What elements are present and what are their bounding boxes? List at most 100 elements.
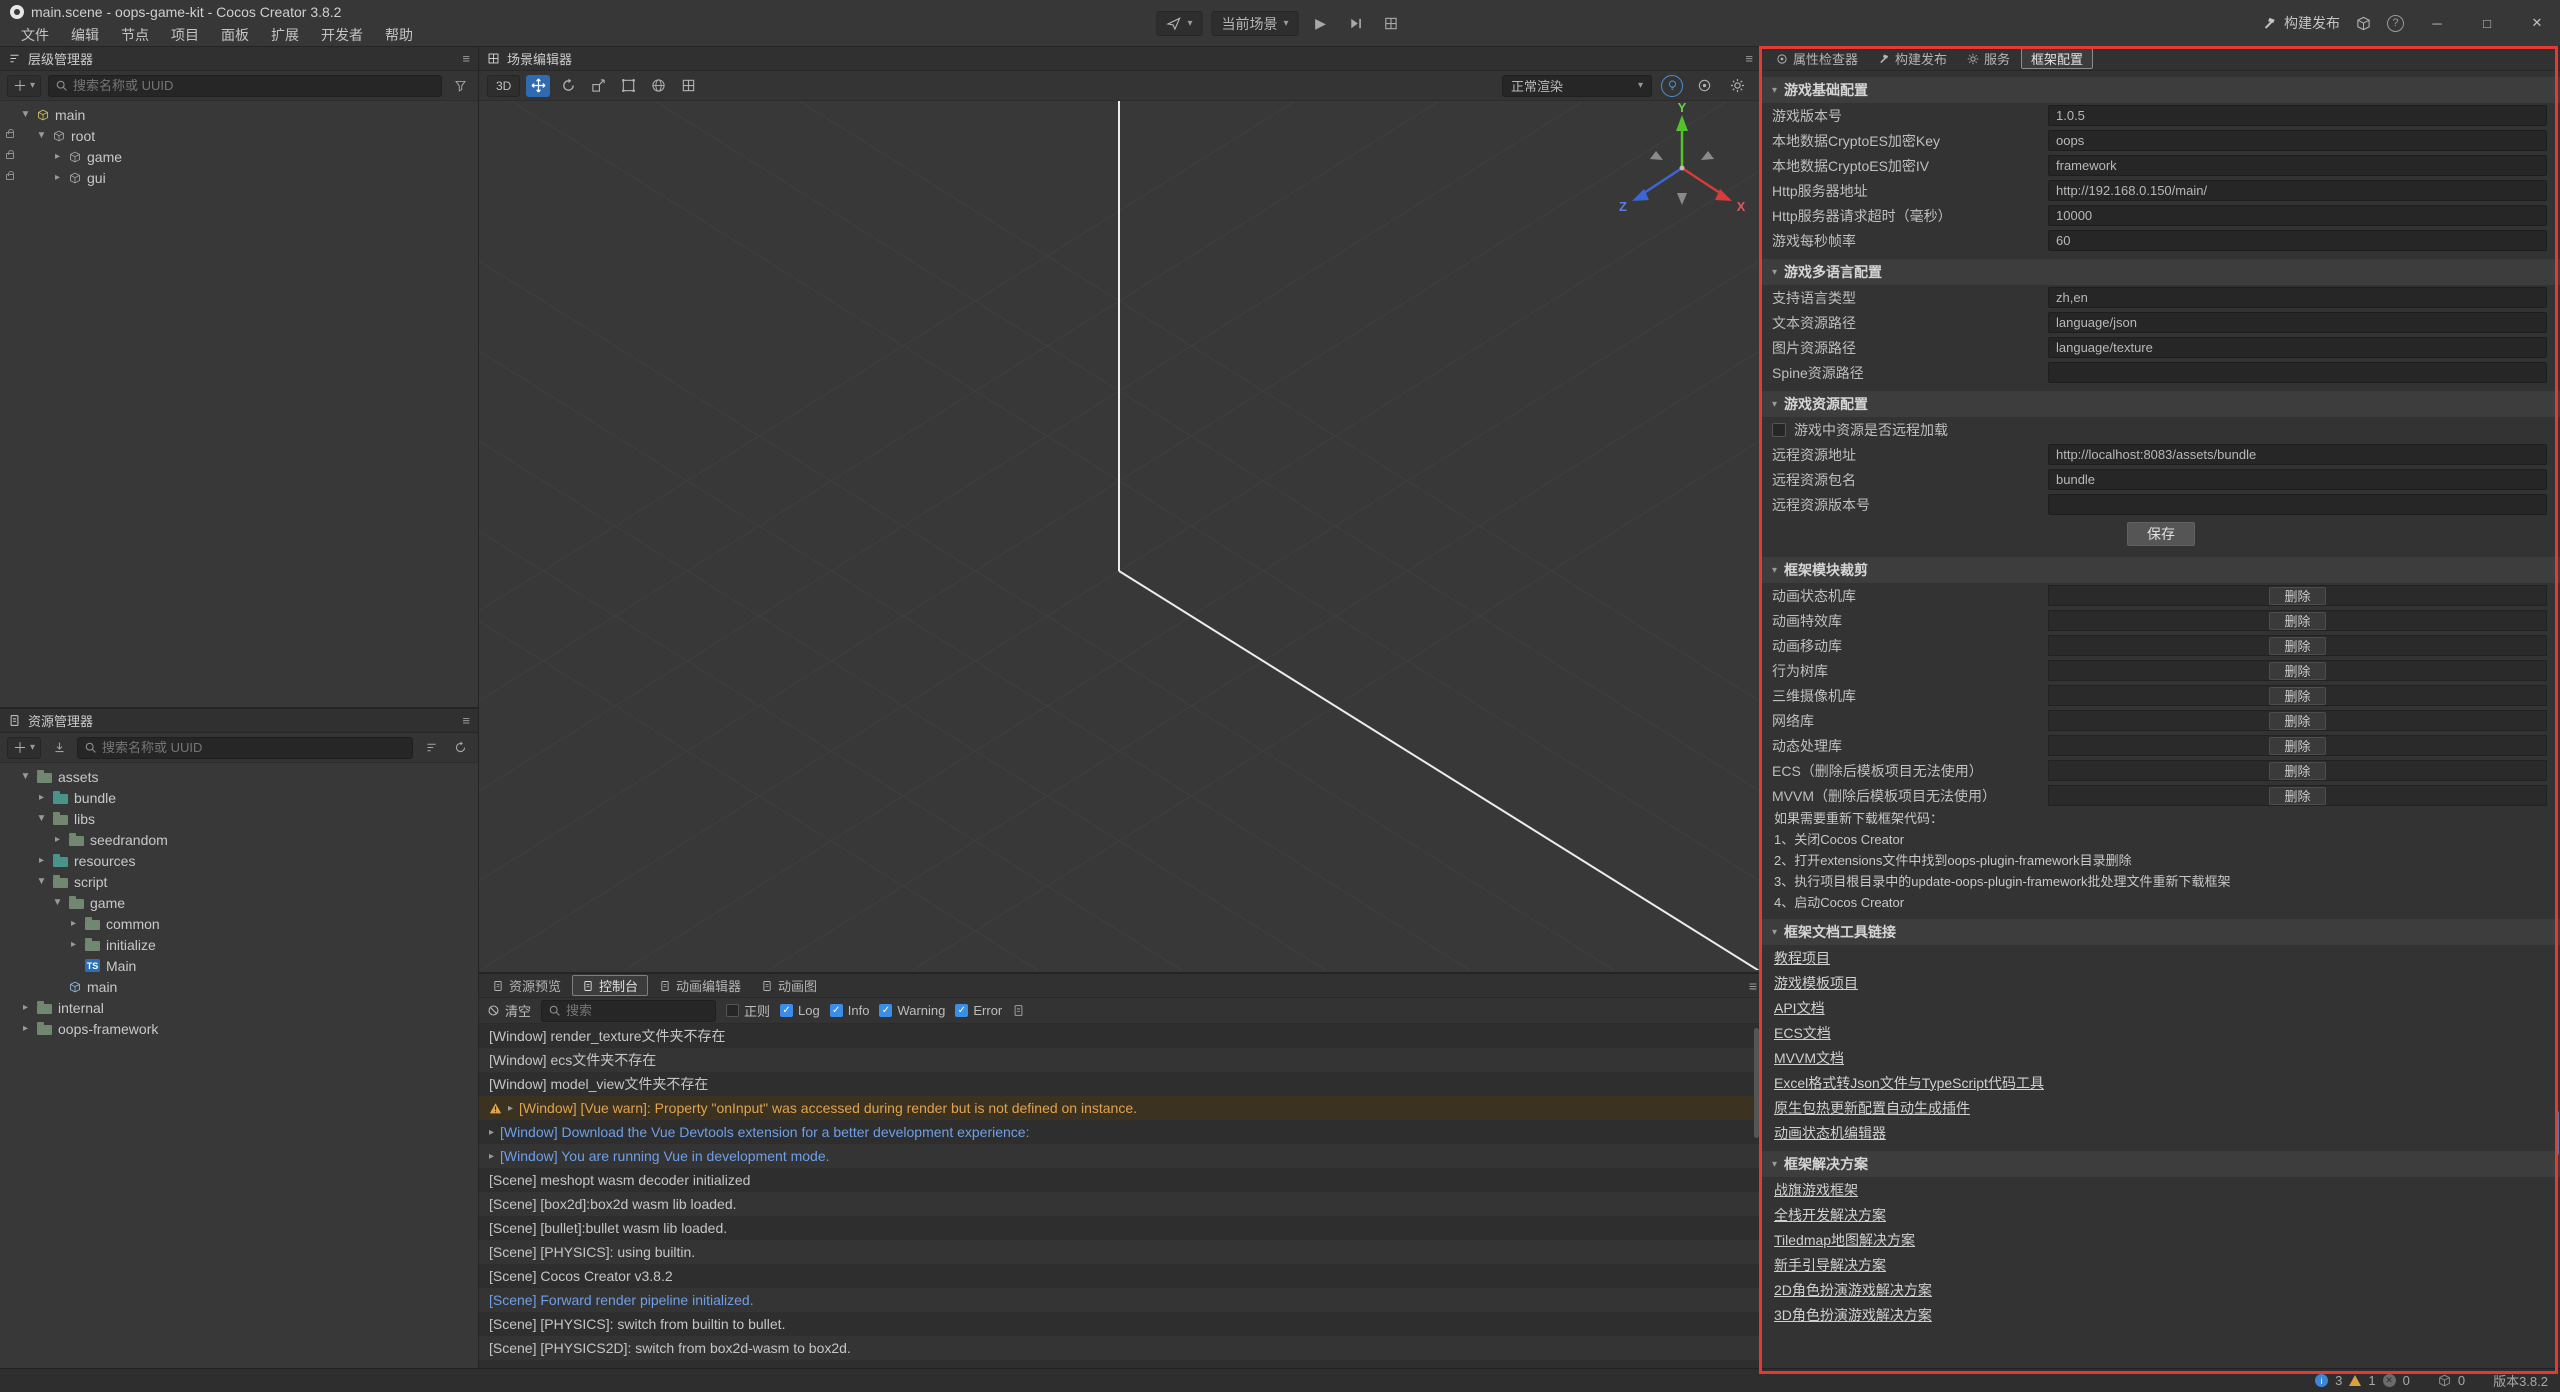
fps-input[interactable] [2048,230,2547,251]
expand-caret-icon[interactable]: ▼ [52,897,63,908]
solution-link[interactable]: 3D角色扮演游戏解决方案 [1774,1305,1932,1325]
doc-link[interactable]: 教程项目 [1774,948,1830,968]
texture-path-input[interactable] [2048,337,2547,358]
delete-module-button[interactable]: 删除 [2269,737,2325,755]
remote-address-input[interactable] [2048,444,2547,465]
log-row-info[interactable]: [Scene] Forward render pipeline initiali… [479,1288,1761,1312]
remote-load-checkbox[interactable] [1772,423,1786,437]
log-row[interactable]: [Window] model_view文件夹不存在 [479,1072,1761,1096]
expand-caret-icon[interactable]: ▸ [52,834,63,845]
filter-log-checkbox[interactable]: ✓ Log [780,1003,820,1018]
asset-node-common[interactable]: ▸ common [0,913,478,934]
tab-property-inspector[interactable]: 属性检查器 [1767,48,1867,69]
tab-console[interactable]: 控制台 [572,975,648,996]
doc-link[interactable]: 原生包热更新配置自动生成插件 [1774,1098,1970,1118]
tab-animation-graph[interactable]: 动画图 [752,975,826,996]
expand-caret-icon[interactable]: ▼ [20,109,31,120]
delete-module-button[interactable]: 删除 [2269,687,2325,705]
menu-item-node[interactable]: 节点 [110,25,160,45]
scrollbar-thumb[interactable] [2555,1111,2559,1155]
console-menu-icon[interactable]: ≡ [1749,978,1757,994]
log-row[interactable]: [Scene] Cocos Creator v3.8.2 [479,1264,1761,1288]
solution-link[interactable]: Tiledmap地图解决方案 [1774,1230,1915,1250]
scene-select[interactable]: 当前场景 ▾ [1212,11,1299,36]
delete-module-button[interactable]: 删除 [2269,587,2325,605]
asset-node-seedrandom[interactable]: ▸ seedrandom [0,829,478,850]
console-search-input[interactable] [566,1003,742,1018]
log-row-info[interactable]: ▸ [Window] You are running Vue in develo… [479,1144,1761,1168]
delete-module-button[interactable]: 删除 [2269,637,2325,655]
rotate-tool-button[interactable] [556,75,580,97]
play-button[interactable]: ▶ [1308,11,1334,36]
language-types-input[interactable] [2048,287,2547,308]
info-count-icon[interactable]: i [2315,1374,2328,1387]
rect-tool-button[interactable] [616,75,640,97]
remote-bundle-input[interactable] [2048,469,2547,490]
asset-node-oops-framework[interactable]: ▸ oops-framework [0,1018,478,1039]
log-row-info[interactable]: ▸ [Window] Download the Vue Devtools ext… [479,1120,1761,1144]
filter-error-checkbox[interactable]: ✓ Error [955,1003,1002,1018]
tab-service[interactable]: 服务 [1958,48,2019,69]
asset-node-libs[interactable]: ▼ libs [0,808,478,829]
regex-checkbox[interactable]: 正则 [726,1001,770,1020]
asset-node-resources[interactable]: ▸ resources [0,850,478,871]
camera-preview-button[interactable] [1692,75,1716,97]
assets-sort-button[interactable] [420,737,442,759]
layout-button[interactable] [1378,11,1404,36]
hierarchy-node-game[interactable]: ▸ game [0,146,478,167]
expand-caret-icon[interactable]: ▸ [489,1151,494,1162]
asset-node-initialize[interactable]: ▸ initialize [0,934,478,955]
build-publish-button[interactable]: 构建发布 [2262,13,2340,33]
crypto-key-input[interactable] [2048,130,2547,151]
package-icon[interactable] [2356,16,2371,31]
expand-caret-icon[interactable]: ▸ [489,1127,494,1138]
task-icon[interactable] [2438,1374,2451,1387]
doc-link[interactable]: 游戏模板项目 [1774,973,1858,993]
menu-item-file[interactable]: 文件 [10,25,60,45]
log-row[interactable]: [Scene] [PHYSICS]: switch from builtin t… [479,1312,1761,1336]
hierarchy-filter-button[interactable] [449,75,471,97]
menu-item-edit[interactable]: 编辑 [60,25,110,45]
section-module-trim[interactable]: ▾ 框架模块裁剪 [1762,557,2560,583]
assets-menu-icon[interactable]: ≡ [462,713,470,728]
solution-link[interactable]: 全栈开发解决方案 [1774,1205,1886,1225]
minimize-button[interactable]: ─ [2420,16,2454,31]
doc-link[interactable]: ECS文档 [1774,1023,1831,1043]
snap-settings-button[interactable] [676,75,700,97]
doc-link[interactable]: MVVM文档 [1774,1048,1844,1068]
lock-icon[interactable] [6,153,14,159]
help-icon[interactable]: ? [2387,15,2404,32]
log-row[interactable]: [Scene] meshopt wasm decoder initialized [479,1168,1761,1192]
scrollbar-thumb[interactable] [1754,1028,1759,1138]
render-mode-select[interactable]: 正常渲染 ▾ [1502,75,1652,97]
filter-warning-checkbox[interactable]: ✓ Warning [879,1003,945,1018]
doc-link[interactable]: Excel格式转Json文件与TypeScript代码工具 [1774,1073,2044,1093]
section-language-config[interactable]: ▾ 游戏多语言配置 [1762,259,2560,285]
asset-node-bundle[interactable]: ▸ bundle [0,787,478,808]
menu-item-developer[interactable]: 开发者 [310,25,374,45]
maximize-button[interactable]: □ [2470,16,2504,31]
asset-node-main-scene[interactable]: main [0,976,478,997]
lock-icon[interactable] [6,174,14,180]
menu-item-panel[interactable]: 面板 [210,25,260,45]
tab-asset-preview[interactable]: 资源预览 [483,975,570,996]
scene-settings-button[interactable] [1725,75,1749,97]
section-basic-config[interactable]: ▾ 游戏基础配置 [1762,77,2560,103]
asset-node-main-ts[interactable]: TS Main [0,955,478,976]
log-row[interactable]: [Window] ecs文件夹不存在 [479,1048,1761,1072]
delete-module-button[interactable]: 删除 [2269,712,2325,730]
hierarchy-menu-icon[interactable]: ≡ [462,51,470,66]
expand-caret-icon[interactable]: ▸ [52,151,63,162]
asset-node-internal[interactable]: ▸ internal [0,997,478,1018]
menu-item-project[interactable]: 项目 [160,25,210,45]
text-path-input[interactable] [2048,312,2547,333]
log-row-warning[interactable]: ▸ [Window] [Vue warn]: Property "onInput… [479,1096,1761,1120]
log-row[interactable]: [Scene] [PHYSICS]: using builtin. [479,1240,1761,1264]
tab-build-publish[interactable]: 构建发布 [1869,48,1956,69]
section-solutions[interactable]: ▾ 框架解决方案 [1762,1151,2560,1177]
clear-console-button[interactable]: 清空 [487,1001,531,1020]
close-button[interactable]: ✕ [2520,15,2554,31]
game-version-input[interactable] [2048,105,2547,126]
log-row[interactable]: [Scene] [box2d]:box2d wasm lib loaded. [479,1192,1761,1216]
http-timeout-input[interactable] [2048,205,2547,226]
